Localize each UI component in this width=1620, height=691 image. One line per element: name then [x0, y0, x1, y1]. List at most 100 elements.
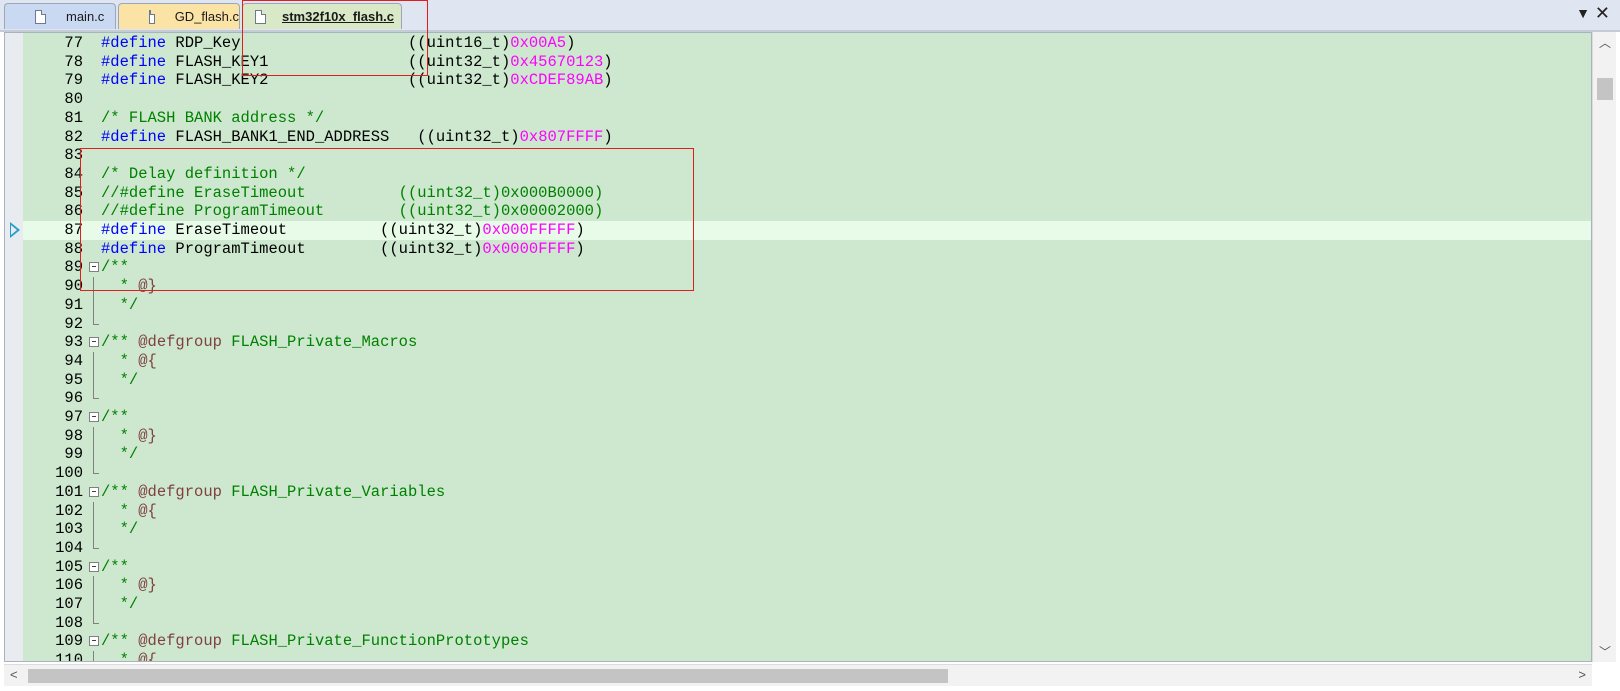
fold-collapse-icon[interactable] [89, 561, 99, 572]
line-number: 106 [55, 576, 83, 595]
code-line[interactable]: 77 #define RDP_Key ((uint16_t)0x00A5) [23, 34, 1591, 53]
code-line[interactable]: 88 #define ProgramTimeout ((uint32_t)0x00… [23, 240, 1591, 259]
code-line[interactable]: 96 [23, 389, 1591, 408]
code-text: * @{ [101, 351, 157, 370]
code-line[interactable]: 108 [23, 613, 1591, 633]
fold-collapse-icon[interactable] [89, 262, 99, 273]
code-line[interactable]: 103 */ [23, 520, 1591, 540]
tab-gd-flash-c[interactable]: GD_flash.c [118, 3, 240, 29]
line-number: 77 [64, 34, 83, 52]
line-number: 91 [64, 295, 83, 314]
vertical-scrollbar[interactable]: ︿ ﹀ [1592, 32, 1616, 662]
fold-guide [93, 576, 94, 596]
code-line[interactable]: 87 #define EraseTimeout ((uint32_t)0x000F… [23, 221, 1591, 240]
horizontal-scroll-thumb[interactable] [28, 669, 948, 683]
line-number: 110 [55, 651, 83, 662]
scroll-right-icon[interactable]: > [1578, 667, 1586, 682]
code-line[interactable]: 107 */ [23, 595, 1591, 614]
close-icon[interactable]: ✕ [1595, 3, 1610, 24]
code-text: */ [101, 595, 139, 613]
code-line[interactable]: 94 * @{ [23, 351, 1591, 371]
fold-gutter [89, 389, 99, 408]
line-number: 100 [55, 464, 83, 483]
fold-gutter [89, 538, 99, 558]
line-number: 102 [55, 501, 83, 520]
scroll-down-icon[interactable]: ﹀ [1599, 643, 1611, 660]
code-text: /* Delay definition */ [101, 164, 306, 183]
code-line[interactable]: 78 #define FLASH_KEY1 ((uint32_t)0x456701… [23, 53, 1591, 72]
code-line[interactable]: 99 */ [23, 445, 1591, 465]
code-line[interactable]: 82 #define FLASH_BANK1_END_ADDRESS ((uint… [23, 128, 1591, 147]
code-line[interactable]: 110 * @{ [23, 651, 1591, 662]
code-line[interactable]: 79 #define FLASH_KEY2 ((uint32_t)0xCDEF89… [23, 71, 1591, 90]
fold-gutter [89, 333, 99, 352]
code-line[interactable]: 109 /** @defgroup FLASH_Private_FunctionP… [23, 632, 1591, 651]
fold-collapse-icon[interactable] [89, 486, 99, 497]
fold-collapse-icon[interactable] [89, 636, 99, 647]
code-line[interactable]: 101 /** @defgroup FLASH_Private_Variables [23, 483, 1591, 502]
fold-gutter [89, 632, 99, 651]
chevron-down-icon[interactable]: ▼ [1576, 5, 1590, 21]
fold-gutter [89, 445, 99, 465]
code-text: #define RDP_Key ((uint16_t)0x00A5) [101, 34, 576, 52]
fold-gutter [89, 295, 99, 315]
code-line[interactable]: 104 [23, 538, 1591, 558]
scroll-up-icon[interactable]: ︿ [1599, 34, 1611, 51]
code-line[interactable]: 89 /** [23, 258, 1591, 277]
line-number: 109 [55, 632, 83, 651]
file-icon [149, 9, 155, 24]
breakpoint-margin[interactable] [5, 33, 23, 661]
code-line[interactable]: 93 /** @defgroup FLASH_Private_Macros [23, 333, 1591, 352]
fold-end [93, 613, 99, 624]
code-editor[interactable]: 77 #define RDP_Key ((uint16_t)0x00A5) 78 #d… [4, 32, 1592, 662]
code-line[interactable]: 80 [23, 90, 1591, 109]
code-line[interactable]: 92 [23, 314, 1591, 334]
tab-main-c[interactable]: main.c [4, 3, 116, 29]
code-line[interactable]: 100 [23, 464, 1591, 483]
code-line[interactable]: 90 * @} [23, 277, 1591, 297]
code-line[interactable]: 106 * @} [23, 576, 1591, 596]
fold-gutter [89, 483, 99, 502]
code-line[interactable]: 95 */ [23, 370, 1591, 390]
line-number: 83 [64, 146, 83, 165]
code-line[interactable]: 105 /** [23, 558, 1591, 577]
fold-collapse-icon[interactable] [89, 412, 99, 422]
fold-collapse-icon[interactable] [89, 337, 99, 348]
code-text: /* FLASH BANK address */ [101, 108, 325, 127]
code-line[interactable]: 86 //#define ProgramTimeout ((uint32_t)0x… [23, 202, 1591, 221]
code-text: * @} [101, 576, 157, 595]
horizontal-scrollbar[interactable]: < > [4, 664, 1592, 686]
fold-end [93, 314, 99, 325]
fold-gutter [89, 408, 99, 427]
fold-gutter [89, 651, 99, 661]
code-line[interactable]: 98 * @} [23, 426, 1591, 446]
code-line[interactable]: 84 /* Delay definition */ [23, 165, 1591, 184]
fold-guide [93, 445, 94, 465]
line-number: 108 [55, 613, 83, 632]
code-text: /** [101, 258, 129, 277]
fold-end [93, 464, 99, 475]
line-number: 90 [64, 277, 83, 296]
current-line-arrow-icon [10, 222, 20, 238]
fold-guide [93, 351, 94, 371]
code-text: /** @defgroup FLASH_Private_FunctionProt… [101, 632, 529, 651]
code-line[interactable]: 97 /** [23, 408, 1591, 427]
fold-guide [93, 651, 94, 661]
code-line[interactable]: 91 */ [23, 295, 1591, 315]
fold-guide [93, 426, 94, 446]
line-number: 80 [64, 90, 83, 109]
line-number: 92 [64, 314, 83, 333]
code-line[interactable]: 83 [23, 146, 1591, 165]
code-line[interactable]: 102 * @{ [23, 501, 1591, 521]
code-text: * @} [101, 426, 157, 445]
code-line[interactable]: 85 //#define EraseTimeout ((uint32_t)0x00… [23, 184, 1591, 203]
tab-stm32f10x-flash-c[interactable]: stm32f10x_flash.c [242, 3, 402, 29]
code-text: * @{ [101, 501, 157, 520]
vertical-scroll-thumb[interactable] [1597, 78, 1613, 100]
code-line[interactable]: 81 /* FLASH BANK address */ [23, 109, 1591, 128]
code-text: */ [101, 520, 139, 539]
scroll-left-icon[interactable]: < [10, 667, 18, 682]
fold-end [93, 389, 99, 400]
code-text: #define ProgramTimeout ((uint32_t)0x0000… [101, 239, 585, 258]
line-number: 84 [64, 164, 83, 183]
